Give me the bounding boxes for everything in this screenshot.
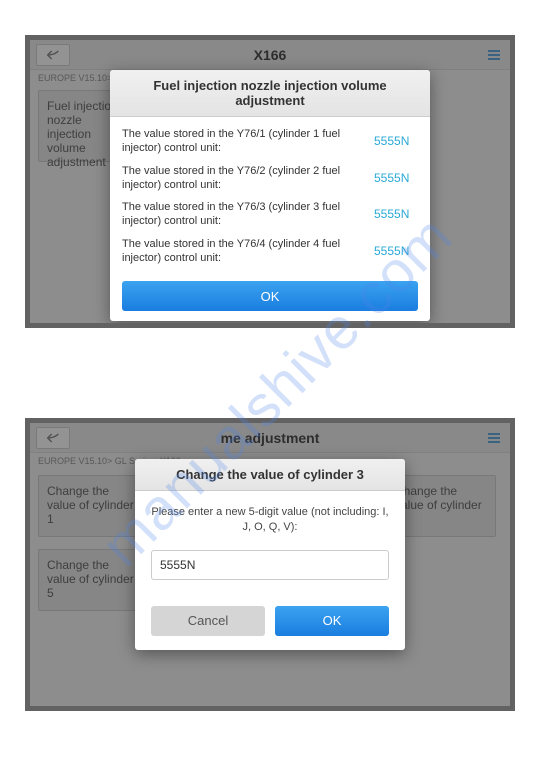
cancel-button[interactable]: Cancel bbox=[151, 606, 265, 636]
value-label: The value stored in the Y76/1 (cylinder … bbox=[122, 127, 364, 156]
value-input[interactable] bbox=[151, 550, 389, 580]
screen-1: X166 EUROPE V15.10> GL Series>X166 Fuel … bbox=[30, 40, 510, 323]
value-value: 5555N bbox=[374, 207, 418, 221]
value-row: The value stored in the Y76/2 (cylinder … bbox=[122, 160, 418, 197]
dialog-title: Change the value of cylinder 3 bbox=[135, 459, 405, 491]
value-label: The value stored in the Y76/4 (cylinder … bbox=[122, 237, 364, 266]
modal-overlay: Change the value of cylinder 3 Please en… bbox=[30, 423, 510, 706]
dialog-body: Please enter a new 5-digit value (not in… bbox=[135, 491, 405, 650]
dialog-change-cyl3: Change the value of cylinder 3 Please en… bbox=[135, 459, 405, 650]
value-value: 5555N bbox=[374, 134, 418, 148]
dialog-injection-values: Fuel injection nozzle injection volume a… bbox=[110, 70, 430, 321]
value-value: 5555N bbox=[374, 171, 418, 185]
value-row: The value stored in the Y76/4 (cylinder … bbox=[122, 233, 418, 270]
ok-button[interactable]: OK bbox=[275, 606, 389, 636]
ok-button[interactable]: OK bbox=[122, 281, 418, 311]
device-frame-1: X166 EUROPE V15.10> GL Series>X166 Fuel … bbox=[25, 35, 515, 328]
modal-overlay: Fuel injection nozzle injection volume a… bbox=[30, 40, 510, 323]
screen-2: me adjustment EUROPE V15.10> GL Series>X… bbox=[30, 423, 510, 706]
value-row: The value stored in the Y76/1 (cylinder … bbox=[122, 123, 418, 160]
dialog-title: Fuel injection nozzle injection volume a… bbox=[110, 70, 430, 117]
dialog-prompt: Please enter a new 5-digit value (not in… bbox=[151, 505, 389, 536]
value-value: 5555N bbox=[374, 244, 418, 258]
value-row: The value stored in the Y76/3 (cylinder … bbox=[122, 196, 418, 233]
dialog-body: The value stored in the Y76/1 (cylinder … bbox=[110, 117, 430, 321]
value-label: The value stored in the Y76/2 (cylinder … bbox=[122, 164, 364, 193]
value-label: The value stored in the Y76/3 (cylinder … bbox=[122, 200, 364, 229]
device-frame-2: me adjustment EUROPE V15.10> GL Series>X… bbox=[25, 418, 515, 711]
